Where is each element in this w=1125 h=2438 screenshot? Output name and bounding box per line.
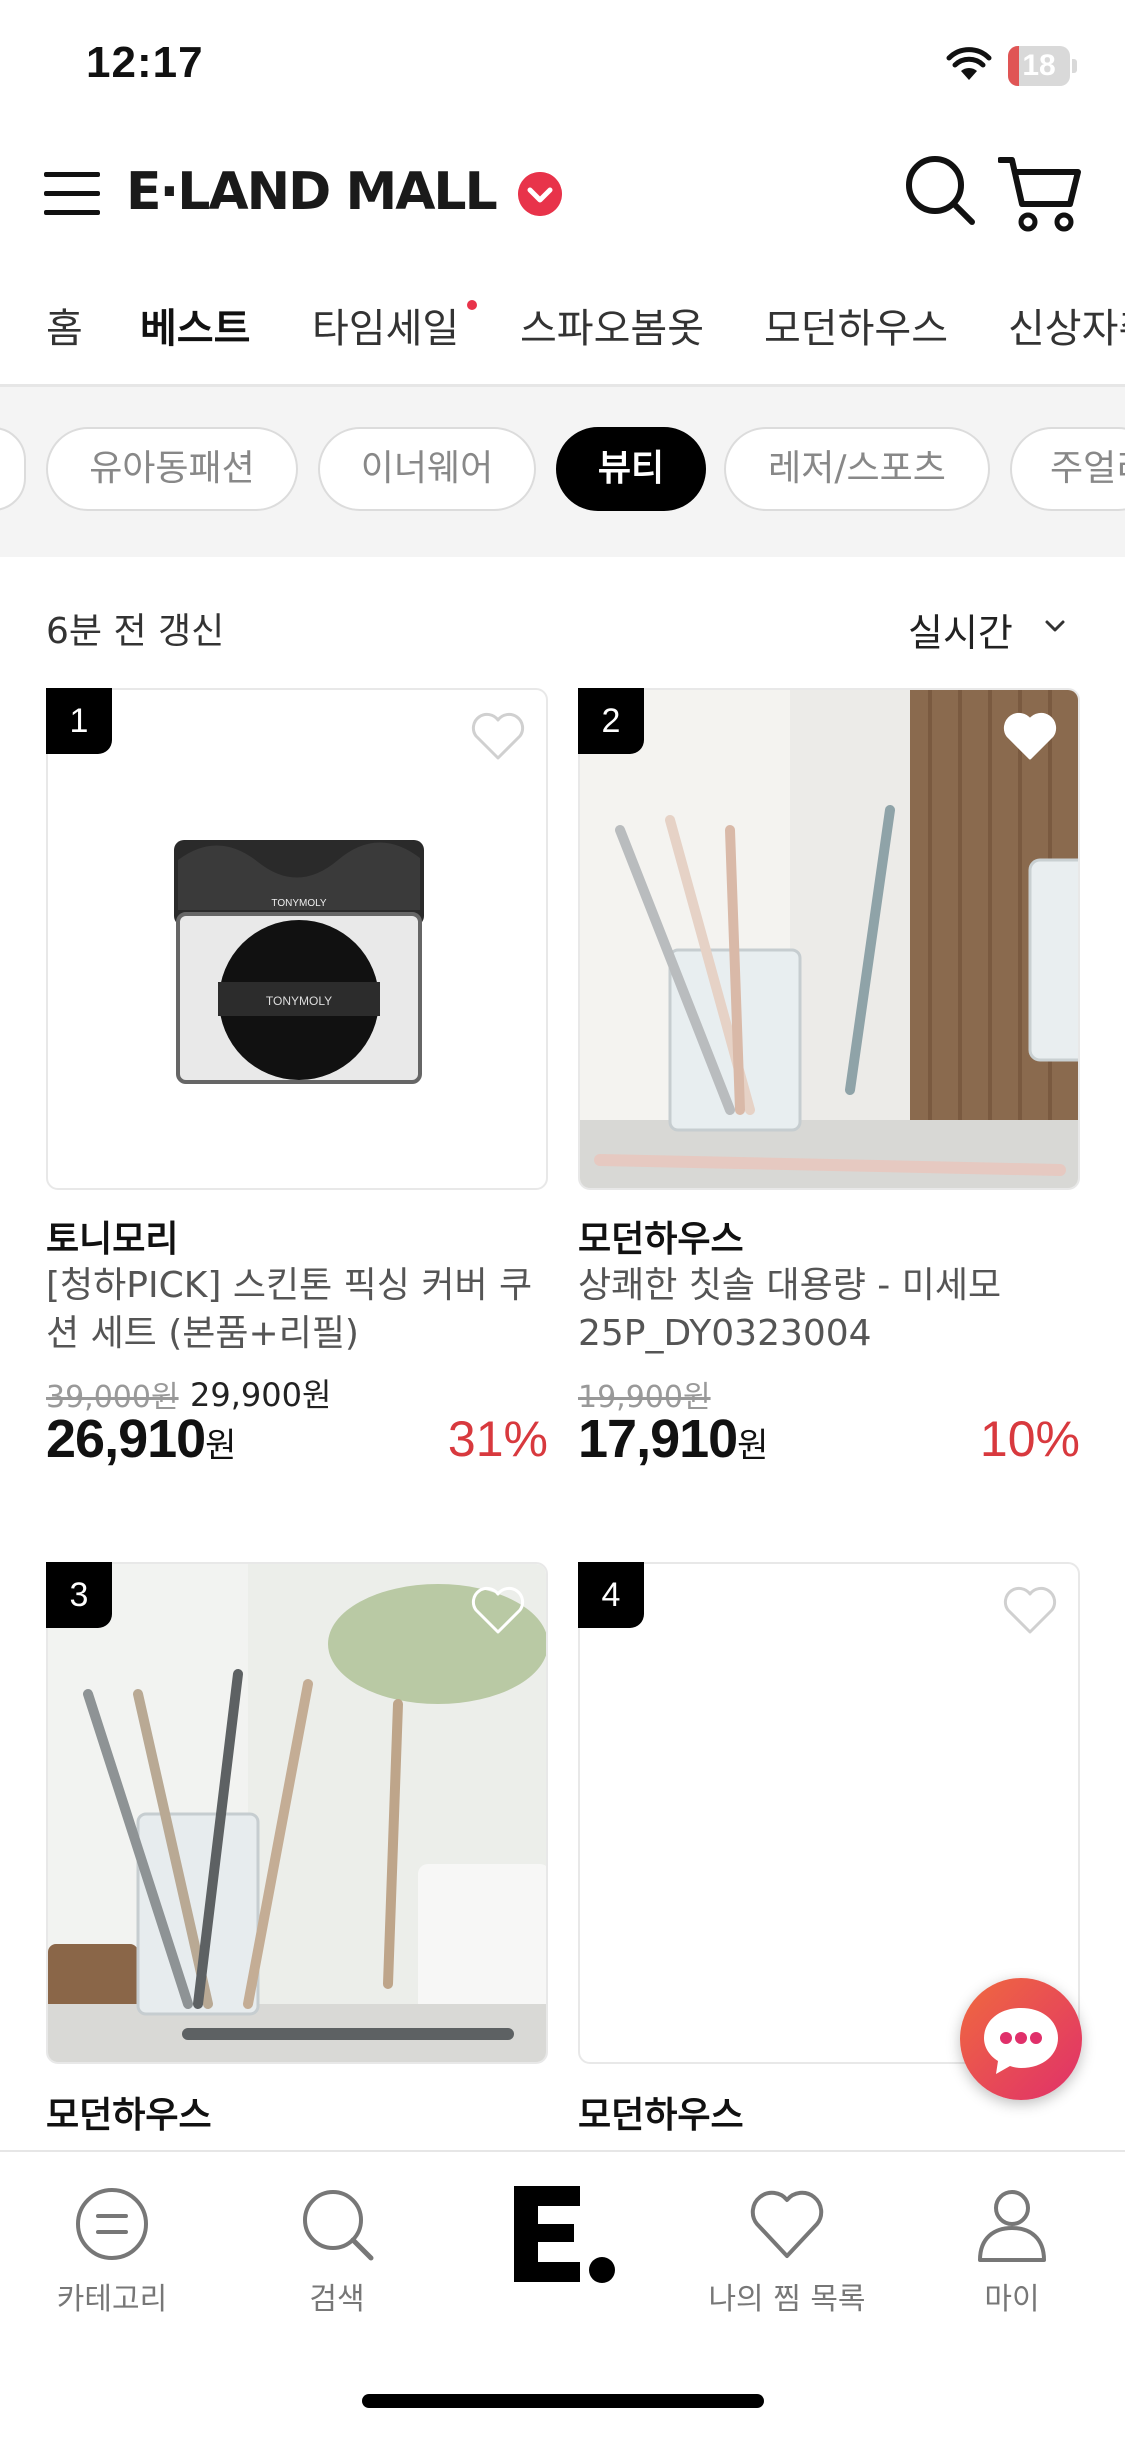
nav-wishlist[interactable]: 나의 찜 목록 bbox=[697, 2184, 877, 2318]
product-brand: 모던하우스 bbox=[46, 2095, 212, 2136]
battery-level: 18 bbox=[1022, 49, 1056, 82]
rank-badge: 3 bbox=[46, 1562, 112, 1628]
rank-badge: 2 bbox=[578, 688, 644, 754]
nav-search[interactable]: 검색 bbox=[247, 2184, 427, 2318]
chip-innerwear[interactable]: 이너웨어 bbox=[318, 427, 536, 511]
sort-dropdown[interactable]: 실시간 bbox=[908, 602, 1013, 657]
tab-home[interactable]: 홈 bbox=[46, 296, 83, 354]
logo[interactable]: E·LAND MALL bbox=[126, 162, 498, 222]
heart-icon[interactable] bbox=[470, 1586, 526, 1636]
chat-icon bbox=[984, 2008, 1058, 2074]
final-price: 17,910원 bbox=[578, 1409, 768, 1469]
chat-button[interactable] bbox=[960, 1978, 1082, 2100]
status-time: 12:17 bbox=[86, 38, 204, 87]
discount-rate: 31% bbox=[447, 1411, 548, 1467]
product-brand: 토니모리 bbox=[46, 1219, 179, 1260]
svg-text:TONYMOLY: TONYMOLY bbox=[271, 898, 327, 909]
heart-icon[interactable] bbox=[470, 712, 526, 762]
final-price: 26,910원 bbox=[46, 1409, 236, 1469]
battery-indicator: 18 bbox=[1008, 46, 1078, 86]
toothbrush-image bbox=[580, 690, 1078, 1188]
product-image[interactable] bbox=[578, 688, 1080, 1190]
product-name[interactable]: [청하PICK] 스킨톤 픽싱 커버 쿠션 세트 (본품+리필) bbox=[46, 1262, 556, 1358]
nav-category[interactable]: 카테고리 bbox=[22, 2184, 202, 2318]
product-image[interactable] bbox=[46, 1562, 548, 2064]
nav-label: 카테고리 bbox=[56, 2282, 168, 2317]
tab-timesale[interactable]: 타임세일 bbox=[312, 296, 459, 354]
nav-label: 나의 찜 목록 bbox=[708, 2282, 866, 2317]
rank-badge: 1 bbox=[46, 688, 112, 754]
heart-icon bbox=[750, 2190, 824, 2258]
discount-rate: 10% bbox=[979, 1411, 1080, 1467]
chip-kids-fashion[interactable]: 유아동패션 bbox=[46, 427, 298, 511]
home-logo-icon bbox=[514, 2186, 615, 2283]
search-icon[interactable] bbox=[904, 154, 976, 226]
wifi-icon bbox=[946, 47, 992, 80]
category-icon bbox=[76, 2188, 148, 2260]
tab-best[interactable]: 베스트 bbox=[140, 296, 250, 354]
heart-icon[interactable] bbox=[1002, 712, 1058, 762]
product-brand: 모던하우스 bbox=[578, 2095, 744, 2136]
tab-new[interactable]: 신상자취 bbox=[1008, 296, 1125, 354]
nav-label: 검색 bbox=[309, 2282, 365, 2317]
product-name[interactable]: 상쾌한 칫솔 대용량 - 미세모 25P_DY0323004 bbox=[578, 1262, 1088, 1358]
cart-icon[interactable] bbox=[998, 154, 1082, 234]
logo-badge-icon bbox=[518, 172, 562, 216]
chip-beauty[interactable]: 뷰티 bbox=[556, 427, 706, 511]
nav-home[interactable] bbox=[472, 2180, 652, 2290]
heart-icon[interactable] bbox=[1002, 1586, 1058, 1636]
chip-leisure-sports[interactable]: 레저/스포츠 bbox=[724, 427, 990, 511]
chevron-down-icon[interactable] bbox=[1044, 616, 1066, 636]
home-indicator bbox=[362, 2394, 764, 2408]
cushion-compact-image: TONYMOLY TONYMOLY bbox=[174, 840, 424, 1084]
product-brand: 모던하우스 bbox=[578, 1219, 744, 1260]
chip-jewelry[interactable]: 주얼리 bbox=[1010, 427, 1125, 511]
svg-text:TONYMOLY: TONYMOLY bbox=[266, 994, 332, 1008]
menu-button[interactable] bbox=[44, 170, 100, 218]
nav-my[interactable]: 마이 bbox=[922, 2184, 1102, 2318]
new-dot-icon bbox=[467, 300, 477, 310]
tab-modernhouse[interactable]: 모던하우스 bbox=[764, 296, 948, 354]
tab-spao[interactable]: 스파오봄옷 bbox=[520, 296, 704, 354]
update-time: 6분 전 갱신 bbox=[46, 611, 225, 652]
nav-label: 마이 bbox=[984, 2282, 1040, 2317]
product-image[interactable]: TONYMOLY TONYMOLY bbox=[46, 688, 548, 1190]
rank-badge: 4 bbox=[578, 1562, 644, 1628]
search-icon bbox=[303, 2190, 374, 2261]
person-icon bbox=[978, 2190, 1046, 2262]
toothbrush-image bbox=[48, 1564, 546, 2062]
